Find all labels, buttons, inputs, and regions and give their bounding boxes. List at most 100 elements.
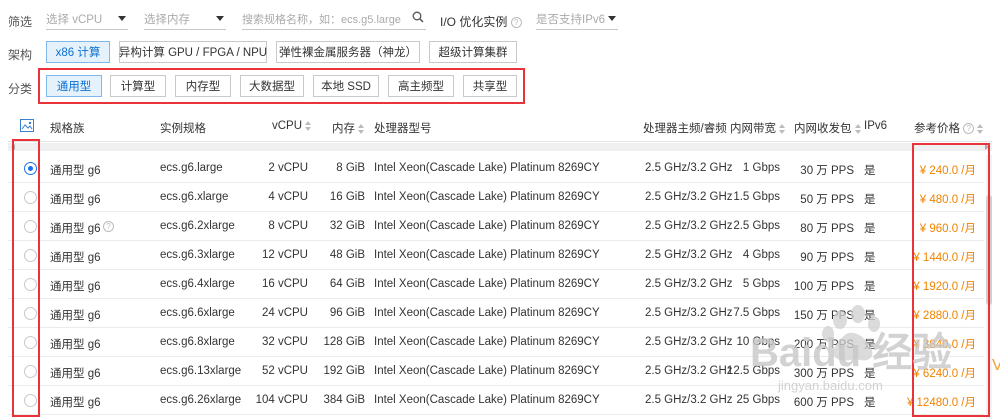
search-input[interactable]: 搜索规格名称，如：ecs.g5.large [242, 8, 426, 30]
search-icon[interactable] [412, 11, 424, 23]
image-icon[interactable] [20, 119, 34, 132]
arch-option-bare-metal[interactable]: 弹性裸金属服务器（神龙） [276, 41, 420, 63]
column-header-memory[interactable]: 内存 [332, 120, 364, 136]
category-option-shared[interactable]: 共享型 [463, 75, 517, 97]
cell-bandwidth: 10 Gbps [736, 336, 780, 348]
cell-ipv6: 是 [864, 165, 876, 177]
cell-bandwidth: 1 Gbps [742, 162, 780, 174]
cell-vcpu: 104 vCPU [255, 394, 308, 406]
cell-cpu-model: Intel Xeon(Cascade Lake) Platinum 8269CY [374, 249, 600, 261]
column-header-ipv6: IPv6 [864, 120, 888, 132]
column-header-family: 规格族 [50, 123, 85, 135]
table-row[interactable]: 通用型 g6 ecs.g6.4xlarge 16 vCPU 64 GiB Intel X… [8, 270, 984, 299]
table-row[interactable]: 通用型 g6 ecs.g6.3xlarge 12 vCPU 48 GiB Intel X… [8, 241, 984, 270]
ipv6-select[interactable]: 是否支持IPv6 [536, 8, 618, 30]
cell-ipv6: 是 [864, 310, 876, 322]
table-row[interactable]: 通用型 g6 ecs.g6.26xlarge 104 vCPU 384 GiB Inte… [8, 386, 984, 415]
cell-freq: 2.5 GHz/3.2 GHz [645, 336, 733, 348]
cell-family: 通用型 g6 [50, 310, 101, 322]
column-header-pps-text: 内网收发包 [794, 123, 852, 135]
category-option-compute[interactable]: 计算型 [110, 75, 166, 97]
column-header-cpu-model: 处理器型号 [374, 123, 432, 135]
scroll-right-icon[interactable] [985, 144, 989, 150]
cell-memory: 128 GiB [323, 336, 365, 348]
cell-freq: 2.5 GHz/3.2 GHz [645, 162, 733, 174]
cell-ipv6: 是 [864, 339, 876, 351]
column-header-vcpu[interactable]: vCPU [272, 120, 312, 132]
cell-price: ¥ 3840.0 /月 [913, 339, 976, 351]
cell-spec: ecs.g6.large [160, 162, 223, 174]
cell-ipv6: 是 [864, 397, 876, 409]
cell-freq: 2.5 GHz/3.2 GHz [645, 365, 733, 377]
search-input-placeholder: 搜索规格名称，如：ecs.g5.large [242, 13, 401, 26]
cell-cpu-model: Intel Xeon(Cascade Lake) Platinum 8269CY [374, 394, 600, 406]
cell-family: 通用型 g6 [50, 223, 101, 235]
cell-bandwidth: 4 Gbps [742, 249, 780, 261]
cell-ipv6: 是 [864, 281, 876, 293]
cell-bandwidth: 5 Gbps [742, 278, 780, 290]
cell-memory: 48 GiB [329, 249, 365, 261]
category-option-high-freq[interactable]: 高主频型 [388, 75, 454, 97]
chevron-down-icon [608, 16, 616, 21]
memory-select[interactable]: 选择内存 [144, 8, 226, 30]
table-row[interactable]: 通用型 g6 ecs.g6.6xlarge 24 vCPU 96 GiB Intel X… [8, 299, 984, 328]
row-radio[interactable] [24, 394, 37, 407]
chevron-down-icon [216, 16, 224, 21]
row-radio[interactable] [24, 365, 37, 378]
cell-cpu-model: Intel Xeon(Cascade Lake) Platinum 8269CY [374, 336, 600, 348]
cell-vcpu: 4 vCPU [268, 191, 308, 203]
table-row[interactable]: 通用型 g6? ecs.g6.2xlarge 8 vCPU 32 GiB Intel X… [8, 212, 984, 241]
scroll-left-icon[interactable] [11, 144, 15, 150]
help-icon[interactable]: ? [963, 123, 975, 135]
sort-icon[interactable] [305, 120, 312, 131]
table-row[interactable]: 通用型 g6 ecs.g6.13xlarge 52 vCPU 192 GiB Intel… [8, 357, 984, 386]
cell-spec: ecs.g6.2xlarge [160, 220, 235, 232]
table-row[interactable]: 通用型 g6 ecs.g6.large 2 vCPU 8 GiB Intel Xeon(… [8, 154, 984, 183]
help-icon[interactable]: ? [103, 221, 114, 232]
category-label: 分类 [8, 82, 33, 96]
vcpu-select-placeholder: 选择 vCPU [46, 13, 103, 26]
cell-price: ¥ 240.0 /月 [919, 165, 976, 177]
table-row[interactable]: 通用型 g6 ecs.g6.xlarge 4 vCPU 16 GiB Intel Xeo… [8, 183, 984, 212]
category-option-general[interactable]: 通用型 [46, 75, 102, 97]
row-radio[interactable] [24, 162, 37, 175]
cell-vcpu: 16 vCPU [261, 278, 308, 290]
cell-family: 通用型 g6 [50, 252, 101, 264]
sort-icon[interactable] [977, 123, 984, 134]
row-radio[interactable] [24, 278, 37, 291]
vertical-scrollbar[interactable] [986, 155, 992, 419]
io-optimized-text: I/O 优化实例 [440, 15, 508, 29]
help-icon[interactable]: ? [510, 17, 522, 29]
row-radio[interactable] [24, 191, 37, 204]
arch-option-x86[interactable]: x86 计算 [46, 41, 110, 63]
cell-family: 通用型 g6 [50, 281, 101, 293]
arch-option-heterogeneous[interactable]: 异构计算 GPU / FPGA / NPU [119, 41, 267, 63]
column-header-bandwidth[interactable]: 内网带宽 [730, 120, 785, 136]
sort-icon[interactable] [358, 123, 364, 134]
column-header-price-text: 参考价格 [914, 123, 960, 135]
cell-pps: 100 万 PPS [793, 281, 854, 293]
sort-icon[interactable] [854, 123, 861, 134]
sort-icon[interactable] [779, 123, 785, 134]
category-option-memory[interactable]: 内存型 [175, 75, 231, 97]
category-option-big-data[interactable]: 大数据型 [240, 75, 304, 97]
row-radio[interactable] [24, 249, 37, 262]
horizontal-scrollbar[interactable] [8, 143, 992, 151]
chevron-down-icon [118, 16, 126, 21]
column-header-pps[interactable]: 内网收发包 [794, 120, 861, 136]
column-header-bandwidth-text: 内网带宽 [730, 123, 776, 135]
row-radio[interactable] [24, 307, 37, 320]
cell-cpu-model: Intel Xeon(Cascade Lake) Platinum 8269CY [374, 220, 600, 232]
category-option-local-ssd[interactable]: 本地 SSD [313, 75, 379, 97]
row-radio[interactable] [24, 336, 37, 349]
column-header-freq: 处理器主频/睿频 [643, 123, 727, 135]
vcpu-select[interactable]: 选择 vCPU [46, 8, 128, 30]
row-radio[interactable] [24, 220, 37, 233]
scroll-thumb[interactable] [986, 195, 992, 305]
table-row[interactable]: 通用型 g6 ecs.g6.8xlarge 32 vCPU 128 GiB Intel … [8, 328, 984, 357]
column-header-price[interactable]: 参考价格 ? [914, 120, 984, 136]
arch-option-super-computing[interactable]: 超级计算集群 [429, 41, 517, 63]
cell-freq: 2.5 GHz/3.2 GHz [645, 307, 733, 319]
cell-cpu-model: Intel Xeon(Cascade Lake) Platinum 8269CY [374, 278, 600, 290]
column-header-vcpu-text: vCPU [272, 120, 303, 132]
